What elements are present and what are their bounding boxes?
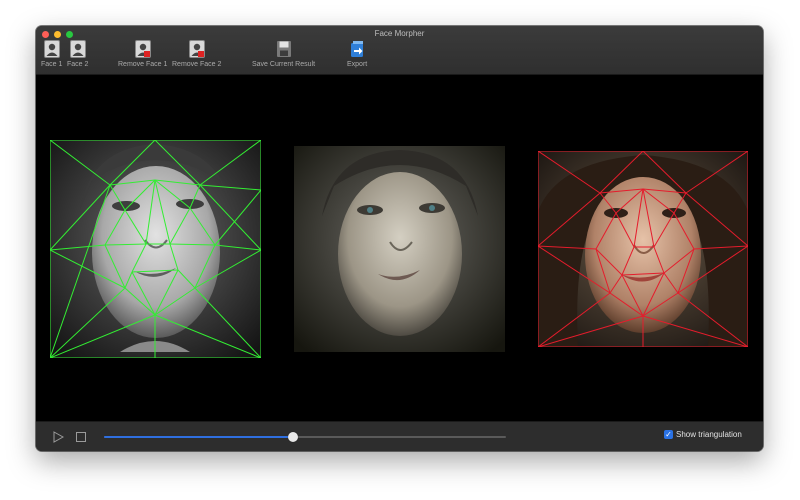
app-window: Face Morpher Face 1 Face 2 Remove Face 1… (36, 26, 763, 451)
morph-result-image (294, 146, 505, 352)
remove-face1-button[interactable]: Remove Face 1 (118, 40, 167, 68)
save-result-label: Save Current Result (252, 61, 316, 68)
title-bar: Face Morpher Face 1 Face 2 Remove Face 1… (36, 26, 763, 75)
face1-portrait (50, 140, 261, 358)
person-portrait-icon (43, 40, 60, 58)
export-button[interactable]: Export (347, 40, 367, 68)
export-label: Export (347, 61, 368, 68)
face1-image (50, 140, 261, 358)
face2-label: Face 2 (67, 61, 89, 68)
morph-progress-slider[interactable] (104, 432, 506, 442)
remove-person-icon (188, 40, 205, 58)
morph-result-portrait (294, 146, 505, 352)
remove-face2-label: Remove Face 2 (172, 61, 222, 68)
show-triangulation-label: Show triangulation (676, 430, 742, 439)
remove-face1-label: Remove Face 1 (118, 61, 168, 68)
floppy-disk-icon (276, 41, 291, 57)
show-triangulation-toggle[interactable]: ✓ Show triangulation (664, 430, 742, 439)
playback-bar: ✓ Show triangulation (36, 421, 763, 451)
remove-face2-button[interactable]: Remove Face 2 (172, 40, 221, 68)
slider-knob[interactable] (287, 432, 298, 442)
play-icon[interactable] (52, 431, 64, 443)
face1-button[interactable]: Face 1 (41, 40, 62, 68)
person-portrait-icon (69, 40, 86, 58)
face2-button[interactable]: Face 2 (67, 40, 88, 68)
slider-fill (104, 436, 293, 438)
face2-portrait (538, 151, 748, 347)
export-arrow-icon (351, 41, 364, 57)
show-triangulation-checkbox[interactable]: ✓ (664, 430, 673, 439)
remove-person-icon (134, 40, 151, 58)
face2-image (538, 151, 748, 347)
face1-label: Face 1 (41, 61, 63, 68)
morph-canvas (36, 75, 763, 421)
save-result-button[interactable]: Save Current Result (252, 40, 315, 68)
window-title: Face Morpher (374, 29, 425, 38)
stop-icon[interactable] (76, 432, 86, 442)
